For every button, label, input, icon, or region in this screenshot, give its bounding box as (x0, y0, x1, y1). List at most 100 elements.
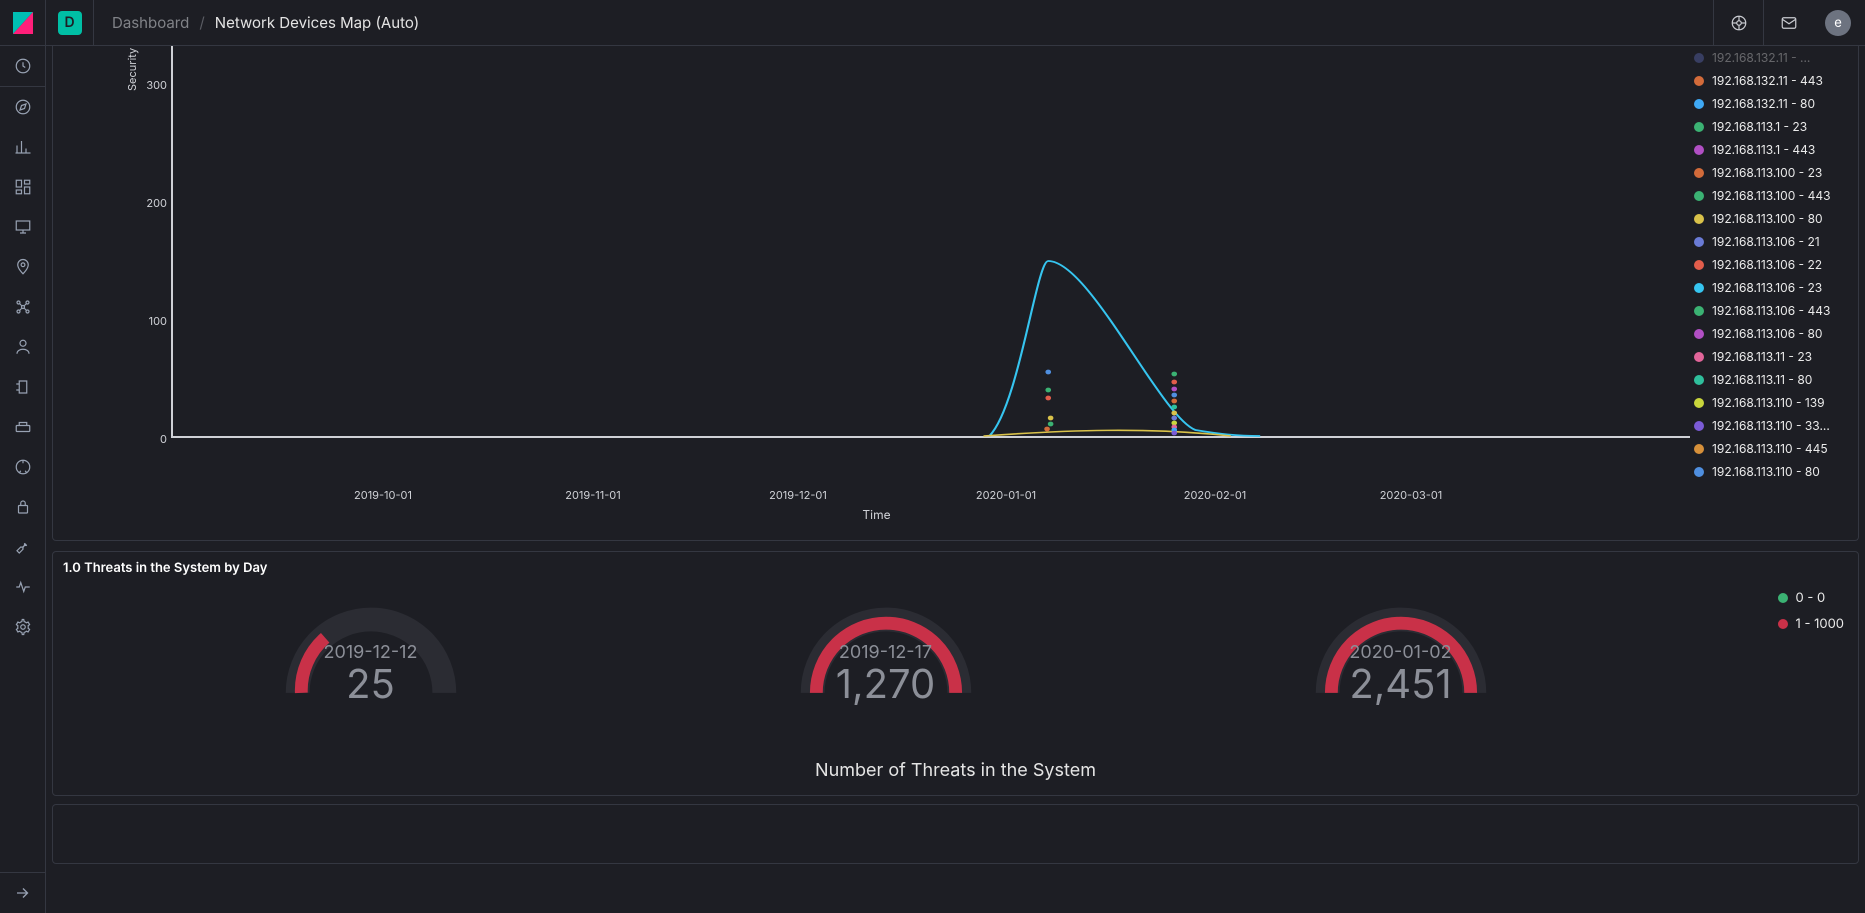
legend-label: 192.168.113.106 - 80 (1712, 326, 1822, 341)
legend-label: 192.168.132.11 - 80 (1712, 96, 1815, 111)
legend-dot-icon (1694, 191, 1704, 201)
plot-svg (171, 46, 1690, 484)
x-tick: 2019-12-01 (769, 488, 827, 502)
legend-item[interactable]: 192.168.113.106 - 22 (1694, 257, 1848, 272)
legend-dot-icon (1694, 260, 1704, 270)
y-axis-label: Security Threats (125, 46, 139, 91)
legend-label: 192.168.113.110 - 80 (1712, 464, 1820, 479)
breadcrumb-dashboard[interactable]: Dashboard (112, 13, 189, 32)
gauge[interactable]: 2020-01-02 2,451 (1251, 592, 1551, 708)
space-badge: D (58, 11, 82, 35)
breadcrumb-sep: / (199, 13, 204, 32)
legend-item[interactable]: 192.168.113.110 - 80 (1694, 464, 1848, 479)
chart-container: Security Threats 300 200 100 0 2019-10-0… (63, 46, 1848, 530)
nav-recent-icon[interactable] (0, 46, 46, 86)
legend-item[interactable]: 192.168.132.11 - 443 (1694, 73, 1848, 88)
legend-label: 192.168.113.110 - 33... (1712, 418, 1830, 433)
panel-title: 1.0 Threats in the System by Day (63, 560, 267, 576)
panel-security-threats-timeline: Security Threats 300 200 100 0 2019-10-0… (52, 46, 1859, 541)
legend-dot-icon (1694, 352, 1704, 362)
nav-monitoring-icon[interactable] (0, 567, 46, 607)
line-chart[interactable]: Security Threats 300 200 100 0 2019-10-0… (63, 46, 1690, 530)
gauge-value: 25 (346, 659, 395, 708)
breadcrumb: Dashboard / Network Devices Map (Auto) (94, 13, 419, 32)
legend-dot-icon (1694, 421, 1704, 431)
legend-dot-icon (1694, 99, 1704, 109)
legend-label: 192.168.113.100 - 23 (1712, 165, 1822, 180)
legend-item[interactable]: 1 - 1000 (1778, 616, 1844, 632)
nav-dashboard-icon[interactable] (0, 167, 46, 207)
nav-collapse-icon[interactable] (0, 873, 46, 913)
header-actions: e (1713, 0, 1865, 46)
legend-item[interactable]: 192.168.113.100 - 443 (1694, 188, 1848, 203)
help-icon[interactable] (1713, 0, 1763, 46)
y-tick: 0 (143, 432, 167, 446)
legend-item[interactable]: 192.168.113.11 - 23 (1694, 349, 1848, 364)
legend-label: 192.168.113.110 - 139 (1712, 395, 1825, 410)
legend-dot-icon (1694, 214, 1704, 224)
panel-next (52, 804, 1859, 864)
legend-item[interactable]: 192.168.113.110 - 139 (1694, 395, 1848, 410)
legend-item[interactable]: 192.168.113.100 - 23 (1694, 165, 1848, 180)
nav-discover-icon[interactable] (0, 87, 46, 127)
legend-dot-icon (1694, 145, 1704, 155)
legend-item[interactable]: 192.168.113.106 - 21 (1694, 234, 1848, 249)
legend-item[interactable]: 192.168.132.11 - 80 (1694, 96, 1848, 111)
legend-dot-icon (1778, 619, 1788, 629)
gauge-legend: 0 - 0 1 - 1000 (1778, 590, 1844, 632)
legend-dot-icon (1694, 398, 1704, 408)
legend-label: 192.168.113.110 - 445 (1712, 441, 1828, 456)
gauge-value: 1,270 (836, 659, 935, 708)
gauge[interactable]: 2019-12-17 1,270 (736, 592, 1036, 708)
legend-item[interactable]: 192.168.113.11 - 80 (1694, 372, 1848, 387)
legend-item[interactable]: 0 - 0 (1778, 590, 1844, 606)
gauges-caption: Number of Threats in the System (815, 760, 1096, 781)
app-header: D Dashboard / Network Devices Map (Auto)… (0, 0, 1865, 46)
left-nav (0, 46, 46, 913)
nav-management-icon[interactable] (0, 607, 46, 647)
legend-item[interactable]: 192.168.113.110 - 33... (1694, 418, 1848, 433)
legend-item[interactable]: 192.168.113.110 - 445 (1694, 441, 1848, 456)
legend-dot-icon (1694, 76, 1704, 86)
legend-label: 192.168.113.11 - 23 (1712, 349, 1812, 364)
nav-devtools-icon[interactable] (0, 527, 46, 567)
space-selector[interactable]: D (46, 0, 94, 46)
nav-siem-icon[interactable] (0, 487, 46, 527)
gauge[interactable]: 2019-12-12 25 (221, 592, 521, 708)
app-logo[interactable] (0, 0, 46, 46)
nav-uptime-icon[interactable] (0, 447, 46, 487)
x-tick: 2019-11-01 (565, 488, 620, 502)
legend-item[interactable]: 192.168.132.11 - ... (1694, 50, 1848, 65)
legend-label: 192.168.113.100 - 443 (1712, 188, 1831, 203)
nav-maps-icon[interactable] (0, 247, 46, 287)
y-tick: 200 (143, 196, 167, 210)
legend-dot-icon (1694, 444, 1704, 454)
legend-item[interactable]: 192.168.113.100 - 80 (1694, 211, 1848, 226)
main-area: Security Threats 300 200 100 0 2019-10-0… (46, 46, 1865, 913)
legend-item[interactable]: 192.168.113.1 - 23 (1694, 119, 1848, 134)
legend-item[interactable]: 192.168.113.106 - 443 (1694, 303, 1848, 318)
legend-label: 192.168.113.1 - 443 (1712, 142, 1815, 157)
legend-label: 192.168.113.106 - 443 (1712, 303, 1830, 318)
nav-logs-icon[interactable] (0, 367, 46, 407)
legend-item[interactable]: 192.168.113.1 - 443 (1694, 142, 1848, 157)
user-avatar[interactable]: e (1825, 10, 1851, 36)
legend-item[interactable]: 192.168.113.106 - 80 (1694, 326, 1848, 341)
nav-ml-icon[interactable] (0, 287, 46, 327)
chart-legend: 192.168.132.11 - ... 192.168.132.11 - 44… (1690, 46, 1848, 530)
legend-dot-icon (1694, 53, 1704, 63)
legend-dot-icon (1694, 467, 1704, 477)
legend-dot-icon (1778, 593, 1788, 603)
x-tick: 2020-03-01 (1380, 488, 1443, 502)
legend-dot-icon (1694, 283, 1704, 293)
newsfeed-icon[interactable] (1763, 0, 1813, 46)
panel-threats-by-day: 1.0 Threats in the System by Day 2019-12… (52, 551, 1859, 796)
legend-label: 192.168.113.106 - 22 (1712, 257, 1822, 272)
nav-canvas-icon[interactable] (0, 207, 46, 247)
legend-item[interactable]: 192.168.113.106 - 23 (1694, 280, 1848, 295)
nav-apm-icon[interactable] (0, 407, 46, 447)
nav-visualize-icon[interactable] (0, 127, 46, 167)
legend-dot-icon (1694, 375, 1704, 385)
legend-dot-icon (1694, 237, 1704, 247)
nav-infra-icon[interactable] (0, 327, 46, 367)
